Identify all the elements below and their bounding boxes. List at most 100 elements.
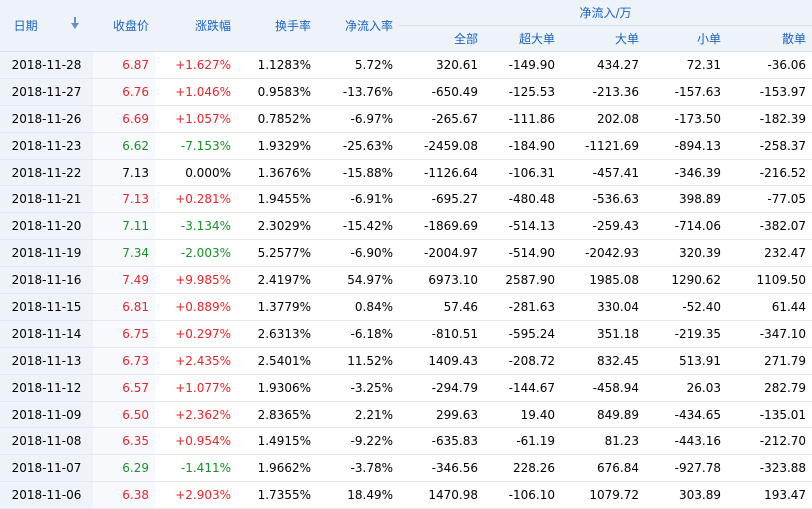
cell-date: 2018-11-26 (0, 105, 93, 133)
cell-change: -7.153% (155, 132, 237, 160)
cell-change: +0.889% (155, 293, 237, 321)
table-row: 2018-11-08 6.35 +0.954% 1.4915% -9.22% -635.8… (0, 427, 812, 456)
cell-turnover: 1.9455% (237, 185, 317, 214)
cell-change: +2.362% (155, 401, 237, 429)
cell-super: -208.72 (484, 347, 561, 375)
cell-small: -927.78 (645, 454, 727, 483)
cell-all: -695.27 (399, 185, 484, 214)
cell-small: 303.89 (645, 481, 727, 509)
cell-close: 7.49 (93, 266, 155, 295)
table-row: 2018-11-12 6.57 +1.077% 1.9306% -3.25% -294.7… (0, 374, 812, 402)
cell-turnover: 1.9306% (237, 374, 317, 402)
col-header-turnover[interactable]: 换手率 (237, 0, 317, 52)
col-header-large[interactable]: 大单 (561, 25, 645, 52)
cell-retail: -216.52 (727, 159, 812, 187)
cell-close: 6.50 (93, 401, 155, 429)
col-header-net-rate[interactable]: 净流入率 (317, 0, 399, 52)
col-header-retail[interactable]: 散单 (727, 25, 812, 52)
cell-turnover: 2.6313% (237, 320, 317, 348)
cell-small: -173.50 (645, 105, 727, 133)
cell-all: -2004.97 (399, 239, 484, 268)
cell-large: -536.63 (561, 185, 645, 214)
cell-large: 1079.72 (561, 481, 645, 509)
cell-net-rate: -6.91% (317, 185, 399, 214)
cell-small: -219.35 (645, 320, 727, 348)
cell-net-rate: -15.88% (317, 159, 399, 187)
cell-turnover: 2.5401% (237, 347, 317, 375)
cell-super: -144.67 (484, 374, 561, 402)
cell-super: -514.13 (484, 212, 561, 241)
cell-change: +0.954% (155, 427, 237, 456)
table-row: 2018-11-27 6.76 +1.046% 0.9583% -13.76% -650.… (0, 78, 812, 106)
cell-small: -346.39 (645, 159, 727, 187)
table-row: 2018-11-15 6.81 +0.889% 1.3779% 0.84% 57.46 -2… (0, 293, 812, 321)
cell-turnover: 2.8365% (237, 401, 317, 429)
cell-retail: -182.39 (727, 105, 812, 133)
cell-super: -281.63 (484, 293, 561, 321)
cell-small: -434.65 (645, 401, 727, 429)
cell-small: 26.03 (645, 374, 727, 402)
cell-small: 513.91 (645, 347, 727, 375)
cell-date: 2018-11-23 (0, 132, 93, 160)
cell-net-rate: 0.84% (317, 293, 399, 321)
cell-retail: -347.10 (727, 320, 812, 348)
cell-net-rate: -9.22% (317, 427, 399, 456)
cell-date: 2018-11-06 (0, 481, 93, 509)
cell-change: 0.000% (155, 159, 237, 187)
table-row: 2018-11-21 7.13 +0.281% 1.9455% -6.91% -695.2… (0, 185, 812, 214)
cell-all: -1869.69 (399, 212, 484, 241)
cell-net-rate: -13.76% (317, 78, 399, 106)
cell-retail: -382.07 (727, 212, 812, 241)
cell-super: -111.86 (484, 105, 561, 133)
cell-large: -259.43 (561, 212, 645, 241)
table-row: 2018-11-22 7.13 0.000% 1.3676% -15.88% -1126.… (0, 159, 812, 187)
cell-date: 2018-11-09 (0, 401, 93, 429)
cell-turnover: 1.1283% (237, 51, 317, 79)
table-row: 2018-11-28 6.87 +1.627% 1.1283% 5.72% 320.61-… (0, 51, 812, 79)
sort-down-arrow-icon[interactable] (71, 16, 80, 29)
cell-net-rate: 5.72% (317, 51, 399, 79)
table-row: 2018-11-09 6.50 +2.362% 2.8365% 2.21% 299.63 1… (0, 401, 812, 429)
cell-all: 299.63 (399, 401, 484, 429)
cell-large: -1121.69 (561, 132, 645, 160)
col-header-all[interactable]: 全部 (399, 25, 484, 52)
cell-retail: -323.88 (727, 454, 812, 483)
cell-change: -2.003% (155, 239, 237, 268)
cell-change: +9.985% (155, 266, 237, 295)
cell-large: 849.89 (561, 401, 645, 429)
cell-all: 1470.98 (399, 481, 484, 509)
cell-all: -265.67 (399, 105, 484, 133)
cell-net-rate: -6.97% (317, 105, 399, 133)
cell-change: +1.627% (155, 51, 237, 79)
cell-net-rate: -3.78% (317, 454, 399, 483)
col-header-small[interactable]: 小单 (645, 25, 727, 52)
cell-net-rate: 18.49% (317, 481, 399, 509)
cell-turnover: 1.3779% (237, 293, 317, 321)
cell-super: 19.40 (484, 401, 561, 429)
cell-turnover: 1.3676% (237, 159, 317, 187)
cell-turnover: 5.2577% (237, 239, 317, 268)
cell-close: 6.87 (93, 51, 155, 79)
cell-large: 202.08 (561, 105, 645, 133)
cell-date: 2018-11-27 (0, 78, 93, 106)
cell-large: 330.04 (561, 293, 645, 321)
cell-super: -595.24 (484, 320, 561, 348)
cell-retail: 282.79 (727, 374, 812, 402)
col-header-close[interactable]: 收盘价 (93, 0, 155, 52)
col-header-date[interactable]: 日期 (0, 0, 93, 52)
col-header-change[interactable]: 涨跌幅 (155, 0, 237, 52)
cell-small: 72.31 (645, 51, 727, 79)
cell-small: -52.40 (645, 293, 727, 321)
cell-date: 2018-11-15 (0, 293, 93, 321)
table-row: 2018-11-07 6.29 -1.411% 1.9662% -3.78% -346.5… (0, 454, 812, 483)
cell-all: -1126.64 (399, 159, 484, 187)
table-row: 2018-11-16 7.49 +9.985% 2.4197% 54.97% 6973.1… (0, 266, 812, 295)
cell-all: 6973.10 (399, 266, 484, 295)
table-row: 2018-11-06 6.38 +2.903% 1.7355% 18.49% 1470.9… (0, 481, 812, 509)
cell-small: -714.06 (645, 212, 727, 241)
cell-small: -894.13 (645, 132, 727, 160)
cell-all: -2459.08 (399, 132, 484, 160)
cell-change: +0.297% (155, 320, 237, 348)
col-header-super[interactable]: 超大单 (484, 25, 561, 52)
cell-all: 320.61 (399, 51, 484, 79)
